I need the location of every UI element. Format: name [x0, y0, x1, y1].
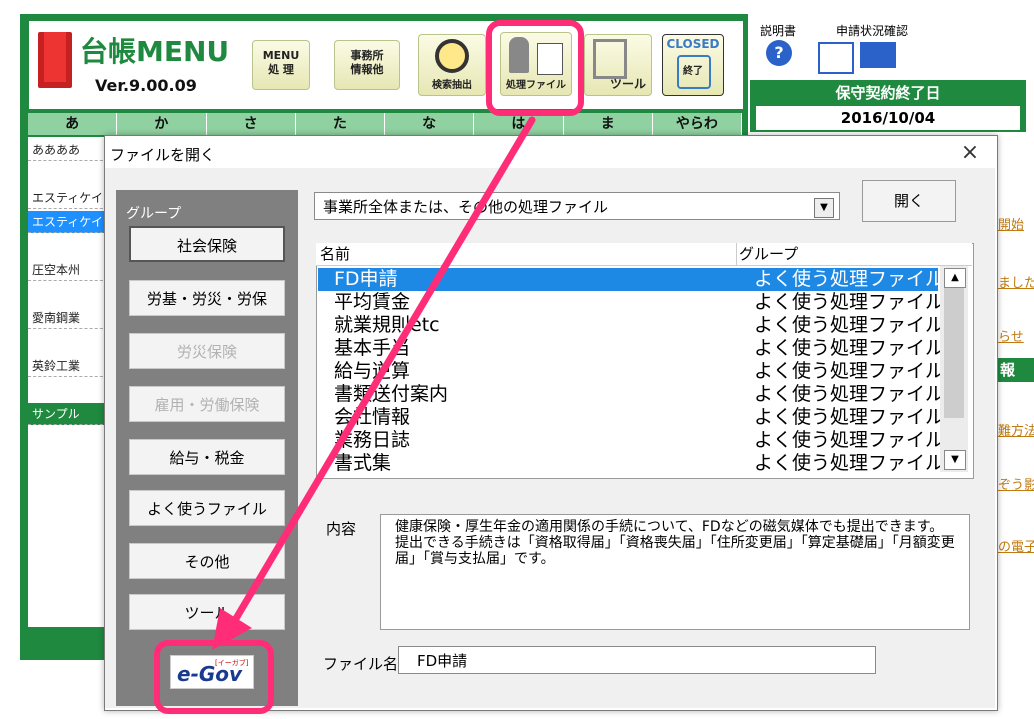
file-group: よく使う処理ファイル [754, 360, 945, 382]
file-row[interactable]: 会社情報 よく使う処理ファイル [318, 406, 944, 429]
tool-label: ツール [609, 77, 646, 91]
file-group: よく使う処理ファイル [754, 337, 945, 359]
file-name: FD申請 [334, 268, 398, 290]
file-group: よく使う処理ファイル [754, 268, 945, 290]
file-group: よく使う処理ファイル [754, 383, 945, 405]
close-icon[interactable]: × [958, 140, 982, 165]
file-group: よく使う処理ファイル [754, 314, 945, 336]
highlight-process-file [486, 20, 584, 116]
file-name: 会社情報 [334, 406, 411, 428]
right-link[interactable]: らせ [998, 326, 1024, 345]
app-version: Ver.9.00.09 [95, 76, 197, 95]
exit-label: 終了 [683, 66, 703, 77]
file-row[interactable]: 書類送付案内 よく使う処理ファイル [318, 383, 944, 406]
group-button-tool[interactable]: ツール [129, 594, 285, 630]
group-button-other[interactable]: その他 [129, 543, 285, 579]
kana-tab[interactable]: さ [207, 113, 296, 135]
company-item[interactable]: ああああ [28, 139, 108, 161]
open-button[interactable]: 開く [862, 180, 956, 222]
search-extract-label: 検索抽出 [432, 80, 472, 91]
right-link[interactable]: 難方法 [998, 420, 1034, 439]
dialog-title: ファイルを開く [110, 146, 216, 164]
scroll-thumb[interactable] [944, 288, 964, 418]
file-name: 給与逆算 [334, 360, 411, 382]
help-label: 説明書 [760, 24, 797, 38]
company-item[interactable]: 英鈴工業 [28, 355, 108, 377]
file-list-header: 名前 グループ [316, 243, 972, 266]
group-button-labor[interactable]: 労基・労災・労保 [129, 280, 285, 316]
content-text: 健康保険・厚生年金の適用関係の手続について、FDなどの磁気媒体でも提出できます。… [380, 514, 970, 630]
monitor-icon[interactable] [860, 42, 896, 68]
group-button-frequent[interactable]: よく使うファイル [129, 490, 285, 526]
file-group: よく使う処理ファイル [754, 406, 945, 428]
kana-tab[interactable]: やらわ [653, 113, 742, 135]
chevron-down-icon[interactable]: ▼ [814, 198, 834, 218]
company-list: ああああ エスティケイ エスティケイ 圧空本州 愛南鋼業 英鈴工業 サンプル [28, 137, 108, 627]
file-name: 就業規則etc [334, 314, 440, 336]
maint-label: 保守契約終了日 [835, 84, 941, 102]
search-extract-button[interactable]: 検索抽出 [418, 34, 486, 96]
file-name: 業務日誌 [334, 429, 411, 451]
book-logo-icon [38, 32, 72, 88]
help-icon[interactable]: ? [766, 40, 792, 66]
group-combo[interactable]: 事業所全体または、その他の処理ファイル [314, 192, 840, 220]
company-item[interactable]: 圧空本州 [28, 259, 108, 281]
closed-label: CLOSED [666, 37, 720, 51]
filename-label: ファイル名 [323, 655, 399, 673]
file-row[interactable]: FD申請 よく使う処理ファイル [318, 268, 944, 291]
highlight-egov [154, 640, 274, 714]
content-label: 内容 [326, 520, 357, 538]
kana-tab[interactable]: あ [28, 113, 118, 135]
info-header: 報 [996, 358, 1034, 382]
menu-process-button[interactable]: MENU 処 理 [252, 40, 310, 90]
kana-tab[interactable]: は [474, 113, 564, 135]
company-item[interactable]: サンプル [28, 403, 108, 425]
file-name: 書式集 [334, 452, 392, 474]
group-label: グループ [126, 206, 182, 222]
file-group: よく使う処理ファイル [754, 429, 945, 451]
tool-button[interactable]: ツール [584, 34, 652, 96]
file-name: 基本手当 [334, 337, 411, 359]
kana-tab[interactable]: か [117, 113, 207, 135]
right-link[interactable]: の電子 [998, 536, 1034, 555]
closed-exit-button[interactable]: CLOSED 終了 [662, 34, 724, 96]
group-button-salary-tax[interactable]: 給与・税金 [129, 439, 285, 475]
ladder-worker-icon [593, 39, 627, 79]
company-item[interactable]: エスティケイ [28, 187, 108, 209]
kana-tabs: あ か さ た な は ま やらわ [28, 113, 742, 135]
file-group: よく使う処理ファイル [754, 291, 945, 313]
scroll-up-icon[interactable]: ▲ [944, 268, 966, 288]
file-row[interactable]: 就業規則etc よく使う処理ファイル [318, 314, 944, 337]
group-button-social-insurance[interactable]: 社会保険 [129, 226, 285, 262]
col-name[interactable]: 名前 [320, 243, 350, 265]
magnifier-icon [435, 39, 469, 73]
file-row[interactable]: 基本手当 よく使う処理ファイル [318, 337, 944, 360]
maint-date: 2016/10/04 [756, 106, 1020, 130]
company-item[interactable]: エスティケイ [28, 211, 108, 233]
kana-tab[interactable]: た [296, 113, 385, 135]
filename-field[interactable]: FD申請 [398, 646, 876, 674]
file-row[interactable]: 給与逆算 よく使う処理ファイル [318, 360, 944, 383]
group-button-employment[interactable]: 雇用・労働保険 [129, 386, 285, 422]
list-scrollbar[interactable]: ▲ ▼ [940, 266, 968, 472]
file-name: 書類送付案内 [334, 383, 449, 405]
calendar-icon[interactable] [818, 42, 854, 74]
col-group[interactable]: グループ [736, 243, 798, 265]
office-info-button[interactable]: 事務所 情報他 [334, 40, 400, 90]
right-link[interactable]: ぞう影響 [998, 474, 1034, 493]
company-item[interactable]: 愛南鋼業 [28, 307, 108, 329]
kana-tab[interactable]: ま [564, 113, 653, 135]
status-check-label: 申請状況確認 [836, 24, 909, 38]
kana-tab[interactable]: な [385, 113, 475, 135]
scroll-down-icon[interactable]: ▼ [944, 450, 966, 470]
file-row[interactable]: 平均賃金 よく使う処理ファイル [318, 291, 944, 314]
file-name: 平均賃金 [334, 291, 411, 313]
file-row[interactable]: 書式集 よく使う処理ファイル [318, 452, 944, 475]
right-link[interactable]: 開始 [998, 214, 1024, 233]
group-button-workers-comp[interactable]: 労災保険 [129, 333, 285, 369]
right-link[interactable]: ました [998, 272, 1034, 291]
file-group: よく使う処理ファイル [754, 452, 945, 474]
file-row[interactable]: 業務日誌 よく使う処理ファイル [318, 429, 944, 452]
app-title: 台帳MENU [80, 35, 230, 68]
